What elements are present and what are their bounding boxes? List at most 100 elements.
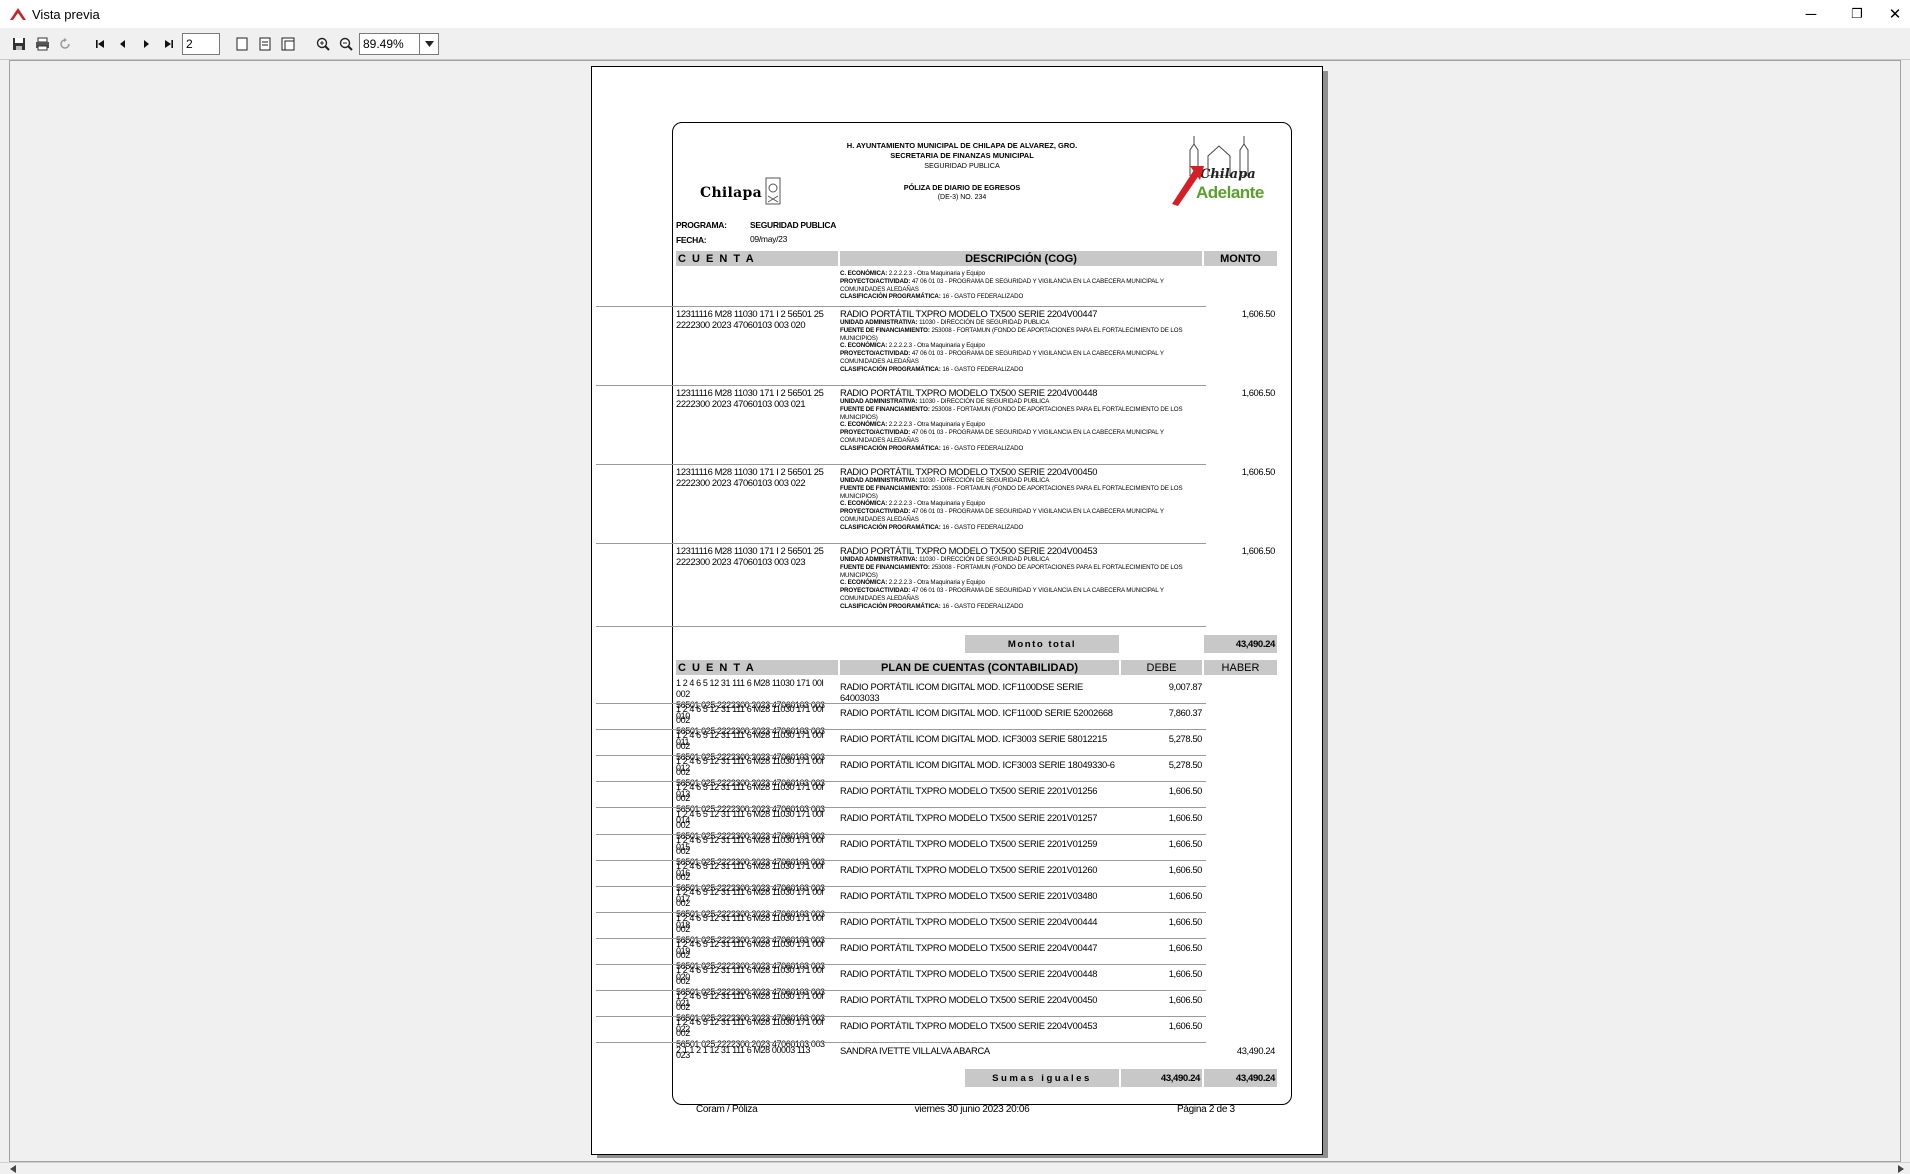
sumas-debe: 43,490.24 xyxy=(1121,1069,1202,1087)
print-button[interactable] xyxy=(32,33,52,55)
previous-page-icon xyxy=(120,39,125,48)
zoom-in-icon xyxy=(316,37,330,51)
row-divider xyxy=(596,464,1206,465)
header-cuenta: C U E N T A xyxy=(676,251,838,266)
next-page-button[interactable] xyxy=(136,33,156,55)
app-icon xyxy=(10,8,26,20)
row-divider xyxy=(596,306,1206,307)
entry-details: UNIDAD ADMINISTRATIVA: 11030 - DIRECCIÓN… xyxy=(840,477,1183,531)
plan-haber: 43,490.24 xyxy=(1236,1045,1276,1056)
red-arrow-icon xyxy=(1172,166,1204,206)
report-header: H. AYUNTAMIENTO MUNICIPAL DE CHILAPA DE … xyxy=(846,141,1078,201)
plan-desc: RADIO PORTÁTIL TXPRO MODELO TX500 SERIE … xyxy=(840,889,1098,901)
plan-row: 1 2 4 6 5 12 31 111 6 M28 11030 171 00I … xyxy=(676,730,1278,773)
entry-cuenta: 12311116 M28 11030 171 I 2 56501 25 2222… xyxy=(676,545,824,567)
plan-row: 1 2 4 6 5 12 31 111 6 M28 11030 171 00I … xyxy=(676,991,1278,1034)
plan-debe: 1,606.50 xyxy=(1168,785,1203,797)
page-number-input[interactable] xyxy=(182,32,220,55)
plan-row: 1 2 4 6 5 12 31 111 6 M28 11030 171 00I … xyxy=(676,939,1278,982)
plan-row: 1 2 4 6 5 12 31 111 6 M28 11030 171 00I … xyxy=(676,756,1278,799)
row-divider xyxy=(596,543,1206,544)
window-title: Vista previa xyxy=(32,6,100,22)
next-page-icon xyxy=(144,39,149,48)
monto-total-value: 43,490.24 xyxy=(1204,635,1277,653)
header-monto: MONTO xyxy=(1204,251,1277,266)
plan-desc: RADIO PORTÁTIL ICOM DIGITAL MOD. ICF1100… xyxy=(840,707,1113,719)
plan-desc: RADIO PORTÁTIL ICOM DIGITAL MOD. ICF1100… xyxy=(840,681,1083,703)
plan-row: 1 2 4 6 5 12 31 111 6 M28 11030 171 00I … xyxy=(676,782,1278,825)
title-bar: Vista previa ─ ❐ ✕ xyxy=(0,0,1910,28)
footer-date: viernes 30 junio 2023 20:06 xyxy=(914,1104,1030,1115)
scroll-left-icon[interactable] xyxy=(10,1165,16,1173)
plan-header-debe: DEBE xyxy=(1121,660,1202,675)
plan-desc: SANDRA IVETTE VILLALVA ABARCA xyxy=(840,1045,990,1056)
plan-desc: RADIO PORTÁTIL ICOM DIGITAL MOD. ICF3003… xyxy=(840,733,1107,745)
plan-debe: 9,007.87 xyxy=(1168,681,1203,692)
plan-debe: 1,606.50 xyxy=(1168,915,1203,927)
horizontal-scrollbar[interactable] xyxy=(0,1162,1910,1174)
refresh-button[interactable] xyxy=(55,33,75,55)
zoom-out-button[interactable] xyxy=(336,33,356,55)
plan-header-cuenta: C U E N T A xyxy=(676,660,838,675)
entry-cuenta: 12311116 M28 11030 171 I 2 56501 25 2222… xyxy=(676,466,824,488)
plan-row: 1 2 4 6 5 12 31 111 6 M28 11030 171 00I … xyxy=(676,678,1278,721)
plan-row: 1 2 4 6 5 12 31 111 6 M28 11030 171 00I … xyxy=(676,1017,1278,1060)
single-page-button[interactable] xyxy=(232,33,252,55)
plan-debe: 7,860.37 xyxy=(1168,707,1203,719)
plan-debe: 1,606.50 xyxy=(1168,1020,1203,1032)
plan-debe: 1,606.50 xyxy=(1168,837,1203,849)
sumas-haber: 43,490.24 xyxy=(1204,1069,1277,1087)
first-page-button[interactable] xyxy=(90,33,110,55)
plan-row: 1 2 4 6 5 12 31 111 6 M28 11030 171 00I … xyxy=(676,809,1278,852)
plan-debe: 1,606.50 xyxy=(1168,942,1203,953)
entry-details: UNIDAD ADMINISTRATIVA: 11030 - DIRECCIÓN… xyxy=(840,319,1183,373)
first-page-icon xyxy=(96,39,104,48)
plan-header-haber: HABER xyxy=(1204,660,1277,675)
header-descripcion: DESCRIPCIÓN (COG) xyxy=(840,251,1202,266)
chilapa-logo-left: Chilapa xyxy=(696,170,791,215)
plan-desc: RADIO PORTÁTIL TXPRO MODELO TX500 SERIE … xyxy=(840,785,1098,797)
last-page-button[interactable] xyxy=(159,33,179,55)
sumas-iguales-label: Sumas iguales xyxy=(965,1069,1119,1087)
entry-cuenta: 12311116 M28 11030 171 I 2 56501 25 2222… xyxy=(676,308,824,330)
plan-row: 1 2 4 6 5 12 31 111 6 M28 11030 171 00I … xyxy=(676,965,1278,1008)
refresh-icon xyxy=(60,37,70,49)
save-icon xyxy=(13,37,25,50)
plan-desc: RADIO PORTÁTIL TXPRO MODELO TX500 SERIE … xyxy=(840,942,1098,953)
plan-debe: 5,278.50 xyxy=(1168,733,1203,745)
plan-debe: 1,606.50 xyxy=(1168,863,1203,875)
close-button[interactable]: ✕ xyxy=(1880,0,1910,28)
entry-cuenta: 12311116 M28 11030 171 I 2 56501 25 2222… xyxy=(676,387,824,409)
previous-page-button[interactable] xyxy=(113,33,133,55)
plan-row: 2 1 1 2 1 12 31 111 6 M28 00003 113 SAND… xyxy=(676,1045,1278,1059)
zoom-input[interactable] xyxy=(359,32,419,55)
zoom-out-icon xyxy=(339,37,353,51)
zoom-dropdown-button[interactable] xyxy=(419,32,439,55)
entry-title: RADIO PORTÁTIL TXPRO MODELO TX500 SERIE … xyxy=(840,308,1098,319)
plan-debe: 1,606.50 xyxy=(1168,889,1203,901)
plan-debe: 5,278.50 xyxy=(1168,759,1203,771)
restore-button[interactable]: ❐ xyxy=(1834,0,1880,28)
full-page-icon xyxy=(281,37,295,50)
scroll-right-icon[interactable] xyxy=(1898,1165,1904,1173)
zoom-in-button[interactable] xyxy=(313,33,333,55)
minimize-button[interactable]: ─ xyxy=(1788,0,1834,28)
plan-header-plan: PLAN DE CUENTAS (CONTABILIDAD) xyxy=(840,660,1119,675)
entry-details: UNIDAD ADMINISTRATIVA: 11030 - DIRECCIÓN… xyxy=(840,398,1183,452)
report-page: Chilapa H. AYUNTAMIENTO MUNICIPAL DE CHI… xyxy=(591,66,1323,1155)
page-width-button[interactable] xyxy=(255,33,275,55)
row-divider xyxy=(596,385,1206,386)
plan-desc: RADIO PORTÁTIL TXPRO MODELO TX500 SERIE … xyxy=(840,837,1098,849)
plan-debe: 1,606.50 xyxy=(1168,994,1203,1006)
row-divider xyxy=(596,1042,1206,1044)
full-page-button[interactable] xyxy=(278,33,298,55)
entry-details: UNIDAD ADMINISTRATIVA: 11030 - DIRECCIÓN… xyxy=(840,556,1183,610)
entry-monto: 1,606.50 xyxy=(1241,387,1276,398)
plan-desc: RADIO PORTÁTIL TXPRO MODELO TX500 SERIE … xyxy=(840,968,1098,980)
toolbar xyxy=(0,28,1910,60)
entry-title: RADIO PORTÁTIL TXPRO MODELO TX500 SERIE … xyxy=(840,387,1098,398)
plan-row: 1 2 4 6 5 12 31 111 6 M28 11030 171 00I … xyxy=(676,887,1278,930)
plan-cuenta: 2 1 1 2 1 12 31 111 6 M28 00003 113 xyxy=(676,1045,811,1055)
save-button[interactable] xyxy=(9,33,29,55)
plan-desc: RADIO PORTÁTIL TXPRO MODELO TX500 SERIE … xyxy=(840,994,1098,1006)
